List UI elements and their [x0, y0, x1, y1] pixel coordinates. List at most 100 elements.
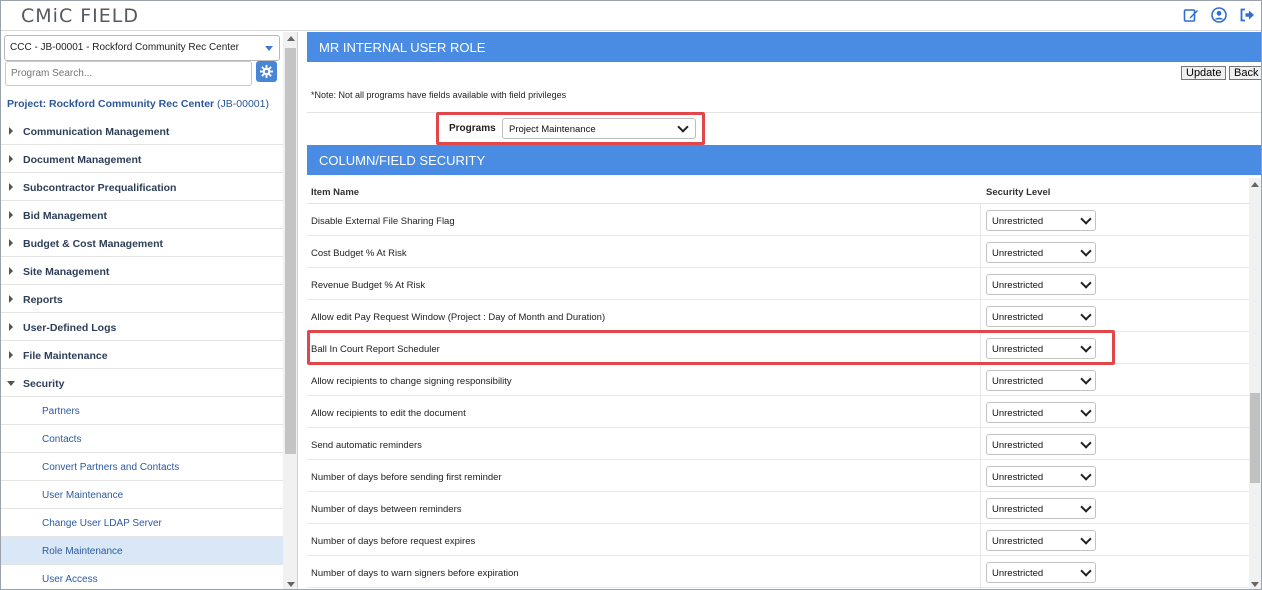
sidebar-subitem-label: Convert Partners and Contacts: [42, 462, 180, 473]
sidebar-item-document-management[interactable]: Document Management: [1, 145, 283, 173]
security-level-value: Unrestricted: [992, 536, 1044, 547]
app-window: CMiC FIELD CCC - JB-00001 - Rockford Com…: [0, 0, 1262, 590]
project-select-value: CCC - JB-00001 - Rockford Community Rec …: [10, 42, 239, 53]
chevron-down-icon: [1080, 213, 1092, 225]
sidebar-item-bid-management[interactable]: Bid Management: [1, 201, 283, 229]
item-name: Disable External File Sharing Flag: [311, 216, 455, 227]
item-name: Revenue Budget % At Risk: [311, 280, 426, 291]
section-header: COLUMN/FIELD SECURITY: [307, 145, 1261, 175]
sidebar-item-label: Document Management: [23, 154, 142, 166]
user-icon[interactable]: [1211, 7, 1227, 23]
scroll-up-icon[interactable]: [1251, 182, 1259, 187]
scroll-down-icon[interactable]: [1251, 582, 1259, 587]
scroll-down-icon[interactable]: [287, 582, 295, 587]
sidebar-item-label: User-Defined Logs: [23, 322, 117, 334]
sidebar-item-label: Communication Management: [23, 126, 170, 138]
role-header: MR INTERNAL USER ROLE: [307, 32, 1261, 62]
security-level-value: Unrestricted: [992, 408, 1044, 419]
item-name: Number of days between reminders: [311, 504, 462, 515]
sidebar-scrollbar[interactable]: [283, 32, 297, 589]
security-level-select[interactable]: Unrestricted: [986, 242, 1096, 263]
item-name: Cost Budget % At Risk: [311, 248, 407, 259]
main-panel: MR INTERNAL USER ROLE Update Back *Note:…: [307, 32, 1261, 589]
scrollbar-thumb[interactable]: [1250, 393, 1260, 483]
sidebar-subitem-user-maintenance[interactable]: User Maintenance: [1, 481, 283, 509]
sidebar-item-site-management[interactable]: Site Management: [1, 257, 283, 285]
sidebar-subitem-label: User Maintenance: [42, 490, 124, 501]
chevron-down-icon: [1080, 277, 1092, 289]
sidebar-item-label: Subcontractor Prequalification: [23, 182, 177, 194]
expand-icon: [9, 351, 13, 359]
table-row: Disable External File Sharing Flag Unrest…: [307, 204, 1249, 236]
security-level-value: Unrestricted: [992, 248, 1044, 259]
security-level-value: Unrestricted: [992, 216, 1044, 227]
table-row: Revenue Budget % At Risk Unrestricted: [307, 268, 1249, 300]
chevron-down-icon: [1080, 469, 1092, 481]
table-header: Item Name Security Level: [307, 178, 1249, 204]
item-name: Number of days before request expires: [311, 536, 476, 547]
security-level-select[interactable]: Unrestricted: [986, 210, 1096, 231]
security-level-value: Unrestricted: [992, 504, 1044, 515]
security-level-select[interactable]: Unrestricted: [986, 274, 1096, 295]
project-select[interactable]: CCC - JB-00001 - Rockford Community Rec …: [4, 35, 280, 61]
table-scrollbar[interactable]: [1249, 178, 1261, 589]
item-name: Allow recipients to change signing respo…: [311, 376, 512, 387]
sidebar-nav: Communication Management Document Manage…: [1, 117, 283, 589]
scroll-up-icon[interactable]: [287, 36, 295, 41]
table-row: Number of days to warn signers before ex…: [307, 556, 1249, 588]
sidebar-subitem-convert-partners-contacts[interactable]: Convert Partners and Contacts: [1, 453, 283, 481]
security-level-select[interactable]: Unrestricted: [986, 306, 1096, 327]
collapse-icon: [7, 381, 15, 386]
back-button[interactable]: Back: [1229, 66, 1261, 80]
highlight-box-programs: [436, 112, 705, 145]
security-table: Item Name Security Level Disable Externa…: [307, 178, 1249, 588]
table-row: Number of days before request expires Unr…: [307, 524, 1249, 556]
item-name: Number of days to warn signers before ex…: [311, 568, 519, 579]
scrollbar-thumb[interactable]: [285, 48, 296, 454]
update-button[interactable]: Update: [1181, 66, 1227, 80]
sidebar-item-security[interactable]: Security: [1, 369, 283, 397]
security-level-value: Unrestricted: [992, 312, 1044, 323]
security-level-select[interactable]: Unrestricted: [986, 562, 1096, 583]
table-row: Allow edit Pay Request Window (Project :…: [307, 300, 1249, 332]
security-level-select[interactable]: Unrestricted: [986, 466, 1096, 487]
security-level-value: Unrestricted: [992, 376, 1044, 387]
security-level-select[interactable]: Unrestricted: [986, 530, 1096, 551]
chevron-down-icon: [1080, 373, 1092, 385]
logout-icon[interactable]: [1239, 7, 1255, 23]
edit-icon[interactable]: [1183, 7, 1199, 23]
sidebar-subitem-contacts[interactable]: Contacts: [1, 425, 283, 453]
item-name: Send automatic reminders: [311, 440, 422, 451]
sidebar-item-label: Reports: [23, 294, 63, 306]
caret-down-icon: [265, 46, 273, 51]
sidebar-item-communication-management[interactable]: Communication Management: [1, 117, 283, 145]
security-level-select[interactable]: Unrestricted: [986, 498, 1096, 519]
sidebar-item-label: Bid Management: [23, 210, 108, 222]
project-code: (JB-00001): [217, 98, 269, 110]
sidebar-subitem-change-user-ldap-server[interactable]: Change User LDAP Server: [1, 509, 283, 537]
search-settings-button[interactable]: [256, 61, 277, 82]
sidebar-item-user-defined-logs[interactable]: User-Defined Logs: [1, 313, 283, 341]
expand-icon: [9, 211, 13, 219]
table-row: Allow recipients to change signing respo…: [307, 364, 1249, 396]
chevron-down-icon: [1080, 405, 1092, 417]
program-search-input[interactable]: [5, 61, 252, 86]
sidebar-item-file-maintenance[interactable]: File Maintenance: [1, 341, 283, 369]
sidebar-subitem-label: Contacts: [42, 434, 82, 445]
sidebar-item-subcontractor-prequalification[interactable]: Subcontractor Prequalification: [1, 173, 283, 201]
security-level-select[interactable]: Unrestricted: [986, 434, 1096, 455]
sidebar-subitem-role-maintenance[interactable]: Role Maintenance: [1, 537, 283, 565]
security-level-value: Unrestricted: [992, 568, 1044, 579]
table-row: Send automatic reminders Unrestricted: [307, 428, 1249, 460]
sidebar-subitem-partners[interactable]: Partners: [1, 397, 283, 425]
chevron-down-icon: [1080, 245, 1092, 257]
sidebar-item-reports[interactable]: Reports: [1, 285, 283, 313]
security-level-select[interactable]: Unrestricted: [986, 402, 1096, 423]
chevron-down-icon: [1080, 437, 1092, 449]
sidebar-subitem-user-access[interactable]: User Access: [1, 565, 283, 589]
sidebar-item-label: Security: [23, 378, 65, 390]
item-name: Allow recipients to edit the document: [311, 408, 466, 419]
chevron-down-icon: [1080, 533, 1092, 545]
security-level-select[interactable]: Unrestricted: [986, 370, 1096, 391]
sidebar-item-budget-cost-management[interactable]: Budget & Cost Management: [1, 229, 283, 257]
